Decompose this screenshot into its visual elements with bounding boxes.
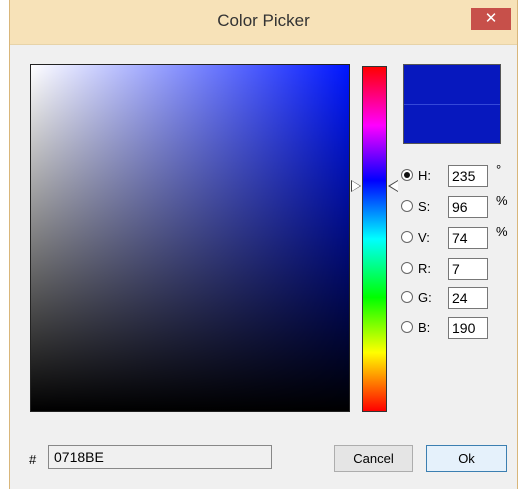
color-preview: [403, 64, 501, 144]
green-field[interactable]: 24: [448, 287, 488, 309]
red-radio[interactable]: [401, 262, 413, 274]
hex-input[interactable]: 0718BE: [48, 445, 272, 469]
new-color-swatch: [404, 65, 500, 104]
hue-slider[interactable]: [362, 66, 387, 412]
title-bar[interactable]: Color Picker ✕: [10, 0, 517, 44]
blue-radio[interactable]: [401, 321, 413, 333]
saturation-label: S:: [418, 199, 431, 214]
ok-button[interactable]: Ok: [426, 445, 507, 472]
saturation-value-picker[interactable]: [30, 64, 350, 412]
saturation-radio[interactable]: [401, 200, 413, 212]
hue-slider-left-arrow-fill: [352, 181, 360, 191]
value-unit: %: [496, 224, 508, 239]
blue-field[interactable]: 190: [448, 317, 488, 339]
hex-prefix: #: [29, 452, 37, 467]
value-label: V:: [418, 230, 430, 245]
hue-label: H:: [418, 168, 431, 183]
hue-slider-right-arrow-fill: [390, 181, 398, 191]
window-title: Color Picker: [217, 11, 310, 30]
sv-black-gradient: [31, 65, 349, 411]
blue-label: B:: [418, 320, 431, 335]
red-label: R:: [418, 261, 431, 276]
hue-field[interactable]: 235: [448, 165, 488, 187]
title-divider: [10, 44, 517, 45]
close-button[interactable]: ✕: [471, 8, 511, 30]
saturation-field[interactable]: 96: [448, 196, 488, 218]
old-color-swatch: [404, 105, 500, 143]
color-picker-dialog: Color Picker ✕ H: 235 ° S: 96 % V: 74 % …: [9, 0, 518, 489]
value-field[interactable]: 74: [448, 227, 488, 249]
green-label: G:: [418, 290, 432, 305]
green-radio[interactable]: [401, 291, 413, 303]
saturation-unit: %: [496, 193, 508, 208]
hue-radio[interactable]: [401, 169, 413, 181]
value-radio[interactable]: [401, 231, 413, 243]
hue-unit: °: [496, 162, 502, 177]
cancel-button[interactable]: Cancel: [334, 445, 413, 472]
red-field[interactable]: 7: [448, 258, 488, 280]
